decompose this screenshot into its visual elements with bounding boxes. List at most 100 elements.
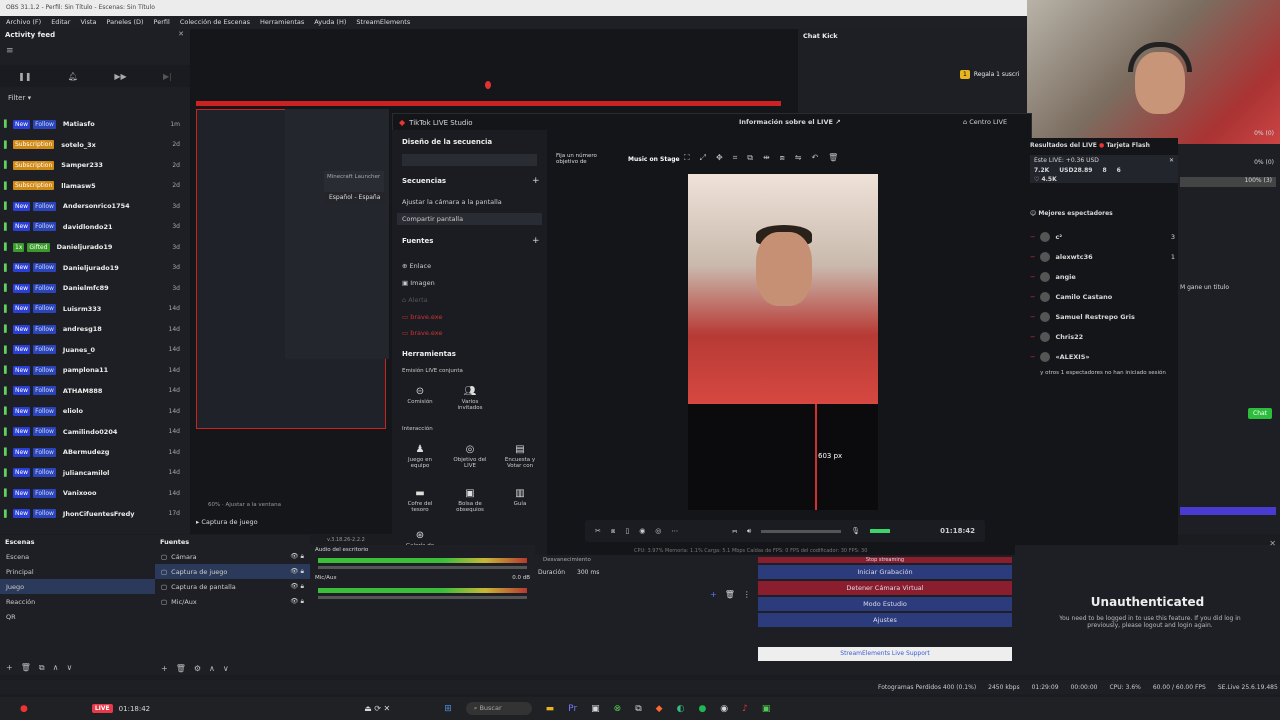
tiktok-taskbar-icon[interactable]: ♪ [742,704,748,714]
feed-row[interactable]: ▌ New Follow andresg18 14d [0,319,180,339]
scene-item[interactable]: Principal [0,564,155,579]
commission-button[interactable]: ⊝ Comisión [400,386,440,405]
more-icon[interactable]: ⋯ [671,527,678,535]
settings-button[interactable]: Ajustes [758,613,1012,627]
settings-icon[interactable]: ⚙ [194,664,201,673]
mirror-icon[interactable]: ⇋ [795,153,802,163]
filter-icon[interactable]: ⧉ [39,663,45,673]
source-item[interactable]: ▢ Mic/Aux 👁︎ 🔒︎ [155,594,310,609]
feed-row[interactable]: ▌ Subscription sotelo_3x 2d [0,135,180,155]
scene-item[interactable]: Juego [0,579,155,594]
mic-volume-slider[interactable] [318,596,527,599]
source-item[interactable]: ▢ Cámara 👁︎ 🔒︎ [155,549,310,564]
taskbar-search[interactable]: ⌕ Buscar [465,702,532,715]
record-icon[interactable]: ◉ [639,527,645,535]
feed-row[interactable]: ▌ New Follow eliolo 14d [0,401,180,421]
poll-button[interactable]: ▤ Encuesta y Votar con [500,444,540,469]
menu-item[interactable]: StreamElements [356,18,410,27]
visibility-lock-icons[interactable]: 👁︎ 🔒︎ [290,597,304,606]
feed-row[interactable]: ▌ New Follow Matiasfo 1m [0,114,180,134]
source-brave-2[interactable]: ▭ brave.exe [402,329,442,337]
feed-row[interactable]: ▌ New Follow Vanixooo 14d [0,483,180,503]
feed-row[interactable]: ▌ Subscription Samper233 2d [0,155,180,175]
feed-row[interactable]: ▌ New Follow JhonCifuentesFredy 17d [0,504,180,524]
copy-icon[interactable]: ⧉ [747,153,753,163]
close-icon[interactable]: ✕ [1169,157,1174,164]
viewer-row[interactable]: − Samuel Restrepo Gris [1030,310,1175,324]
add-source-icon[interactable]: + [532,236,540,246]
windows-icon[interactable]: ⊞ [444,704,452,714]
app-icon[interactable]: ● [20,704,28,714]
phone-icon[interactable]: ▯ [625,527,629,535]
stop-icon[interactable]: ◎ [655,527,661,535]
desktop-volume-slider[interactable] [318,566,527,569]
obs-icon[interactable]: ◉ [720,704,728,714]
feed-row[interactable]: ▌ New Follow Danieljurado19 3d [0,258,180,278]
feed-row[interactable]: ▌ 1x Gifted Danieljurado19 3d [0,237,180,257]
source-image[interactable]: ▣ Imagen [402,279,435,287]
feed-row[interactable]: ▌ New Follow Juanes_0 14d [0,340,180,360]
folder-icon[interactable]: ▬ [546,704,555,714]
scene-item[interactable]: Escena [0,549,155,564]
gift-bag-button[interactable]: ▣ Bolsa de obsequios [450,488,490,513]
scissors-icon[interactable]: ✂ [595,527,601,535]
scene-item[interactable]: QR [0,609,155,624]
equalizer-icon[interactable]: ⧦ [733,527,737,536]
stop-streaming-button[interactable]: Stop streaming [758,557,1012,563]
bell-icon[interactable]: 🔔︎ [68,72,78,81]
mic-icon[interactable]: 🎙︎ [851,527,860,535]
undo-icon[interactable]: ↶ [811,153,818,163]
down-icon[interactable]: ∨ [66,663,72,673]
skip-icon[interactable]: ▶▶ [114,72,126,81]
viewer-row[interactable]: − angie [1030,270,1175,284]
stop-virtual-camera-button[interactable]: Detener Cámara Virtual [758,581,1012,595]
menu-item[interactable]: Paneles (D) [106,18,143,27]
visibility-lock-icons[interactable]: 👁︎ 🔒︎ [290,552,304,561]
menu-item[interactable]: Ayuda (H) [314,18,346,27]
visibility-lock-icons[interactable]: 👁︎ 🔒︎ [290,567,304,576]
live-center-link[interactable]: ⌂ Centro LIVE [963,118,1007,126]
more-icon[interactable]: ⋮ [743,590,751,599]
fit-icon[interactable]: ⛶ [684,153,690,163]
feed-row[interactable]: ▌ New Follow davidlondo21 3d [0,217,180,237]
feed-row[interactable]: ▌ New Follow Andersonrico1754 3d [0,196,180,216]
remove-icon[interactable]: 🗑︎ [725,590,735,599]
crop-icon[interactable]: ⌗ [733,153,738,163]
feed-row[interactable]: ▌ New Follow Luisrm333 14d [0,299,180,319]
remove-icon[interactable]: 🗑︎ [21,663,31,673]
xbox-icon[interactable]: ⊗ [614,704,622,714]
sequence-item-selected[interactable]: Compartir pantalla [397,213,542,225]
feed-row[interactable]: ▌ New Follow Danielmfc89 3d [0,278,180,298]
up-icon[interactable]: ∧ [209,664,215,673]
close-icon[interactable]: ✕ [178,30,184,38]
filter-button[interactable]: Filter ▾ [0,92,190,106]
up-icon[interactable]: ∧ [53,663,59,673]
scene-item[interactable]: Reacción [0,594,155,609]
visibility-lock-icons[interactable]: 👁︎ 🔒︎ [290,582,304,591]
down-icon[interactable]: ∨ [223,664,229,673]
edge-icon[interactable]: ◐ [677,704,685,714]
add-icon[interactable]: + [161,664,168,673]
live-goal-button[interactable]: ◎ Objetivo del LIVE [450,444,490,469]
skip-end-icon[interactable]: ▶| [163,72,172,81]
layers-icon[interactable]: ⧈ [780,153,785,163]
feed-row[interactable]: ▌ New Follow pamplona11 14d [0,360,180,380]
feed-row[interactable]: ▌ New Follow ABermudezg 14d [0,442,180,462]
source-brave-1[interactable]: ▭ brave.exe [402,313,442,321]
trash-icon[interactable]: 🗑︎ [828,153,838,163]
source-item[interactable]: ▢ Captura de pantalla 👁︎ 🔒︎ [155,579,310,594]
close-icon[interactable]: ✕ [1269,539,1276,548]
guests-button[interactable]: 👥︎ Varios invitados [450,386,490,411]
remove-icon[interactable]: 🗑︎ [176,664,186,673]
treasure-button[interactable]: ▬ Cofre del tesoro [400,488,440,513]
viewer-row[interactable]: − Chris22 [1030,330,1175,344]
studio-mode-button[interactable]: Modo Estudio [758,597,1012,611]
menu-item[interactable]: Vista [80,18,96,27]
menu-item[interactable]: Archivo (F) [6,18,41,27]
music-on-stage[interactable]: Music on Stage [628,156,680,163]
menu-item[interactable]: Perfil [154,18,170,27]
spotify-icon[interactable]: ● [698,704,706,714]
source-alert[interactable]: ⌂ Alerta [402,296,428,304]
pause-icon[interactable]: ❚❚ [18,72,31,81]
explorer-icon[interactable]: ⧉ [635,704,641,714]
